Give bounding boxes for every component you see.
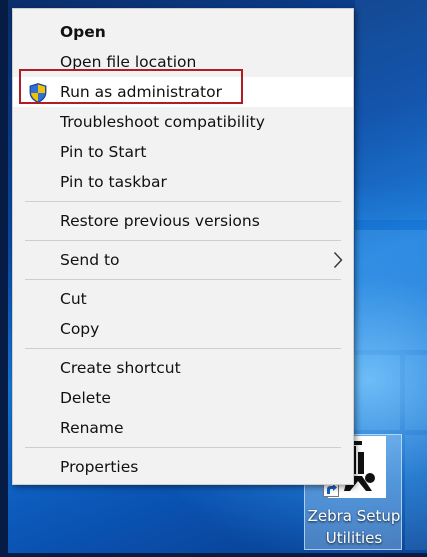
menu-item-restore-previous-versions[interactable]: Restore previous versions <box>13 206 353 236</box>
menu-item-label: Delete <box>60 389 111 407</box>
menu-item-open[interactable]: Open <box>13 17 353 47</box>
uac-shield-icon <box>29 83 47 103</box>
menu-separator <box>25 240 341 241</box>
menu-item-properties[interactable]: Properties <box>13 452 353 482</box>
desktop-icon-label: Zebra Setup Utilities <box>305 505 403 549</box>
wallpaper-pane <box>405 435 427 550</box>
menu-item-copy[interactable]: Copy <box>13 314 353 344</box>
menu-item-run-as-administrator[interactable]: Run as administrator <box>13 77 353 107</box>
wallpaper-pane <box>355 230 427 350</box>
menu-item-label: Copy <box>60 320 100 338</box>
screen-edge <box>0 553 427 557</box>
desktop-icon-label-line2: Utilities <box>325 529 383 547</box>
menu-separator <box>25 447 341 448</box>
menu-item-rename[interactable]: Rename <box>13 413 353 443</box>
menu-item-label: Open <box>60 23 106 41</box>
menu-item-label: Open file location <box>60 53 197 71</box>
desktop-icon-label-line1: Zebra Setup <box>307 507 401 525</box>
menu-item-label: Cut <box>60 290 87 308</box>
menu-item-send-to[interactable]: Send to <box>13 245 353 275</box>
menu-item-create-shortcut[interactable]: Create shortcut <box>13 353 353 383</box>
menu-item-label: Pin to taskbar <box>60 173 167 191</box>
screen-edge <box>0 0 8 557</box>
menu-item-label: Create shortcut <box>60 359 181 377</box>
context-menu: Open Open file location Run as administr… <box>12 8 354 485</box>
menu-item-label: Properties <box>60 458 139 476</box>
chevron-right-icon <box>333 252 343 268</box>
menu-separator <box>25 348 341 349</box>
menu-separator <box>25 201 341 202</box>
menu-item-label: Pin to Start <box>60 143 147 161</box>
wallpaper-pane <box>355 0 427 220</box>
menu-item-troubleshoot-compatibility[interactable]: Troubleshoot compatibility <box>13 107 353 137</box>
menu-separator <box>25 279 341 280</box>
menu-item-label: Rename <box>60 419 124 437</box>
menu-item-pin-to-start[interactable]: Pin to Start <box>13 137 353 167</box>
wallpaper-pane <box>405 355 427 430</box>
menu-item-open-file-location[interactable]: Open file location <box>13 47 353 77</box>
menu-item-label: Troubleshoot compatibility <box>60 113 265 131</box>
menu-item-label: Send to <box>60 251 120 269</box>
menu-item-label: Run as administrator <box>60 83 222 101</box>
menu-item-label: Restore previous versions <box>60 212 260 230</box>
menu-item-delete[interactable]: Delete <box>13 383 353 413</box>
menu-item-cut[interactable]: Cut <box>13 284 353 314</box>
menu-item-pin-to-taskbar[interactable]: Pin to taskbar <box>13 167 353 197</box>
